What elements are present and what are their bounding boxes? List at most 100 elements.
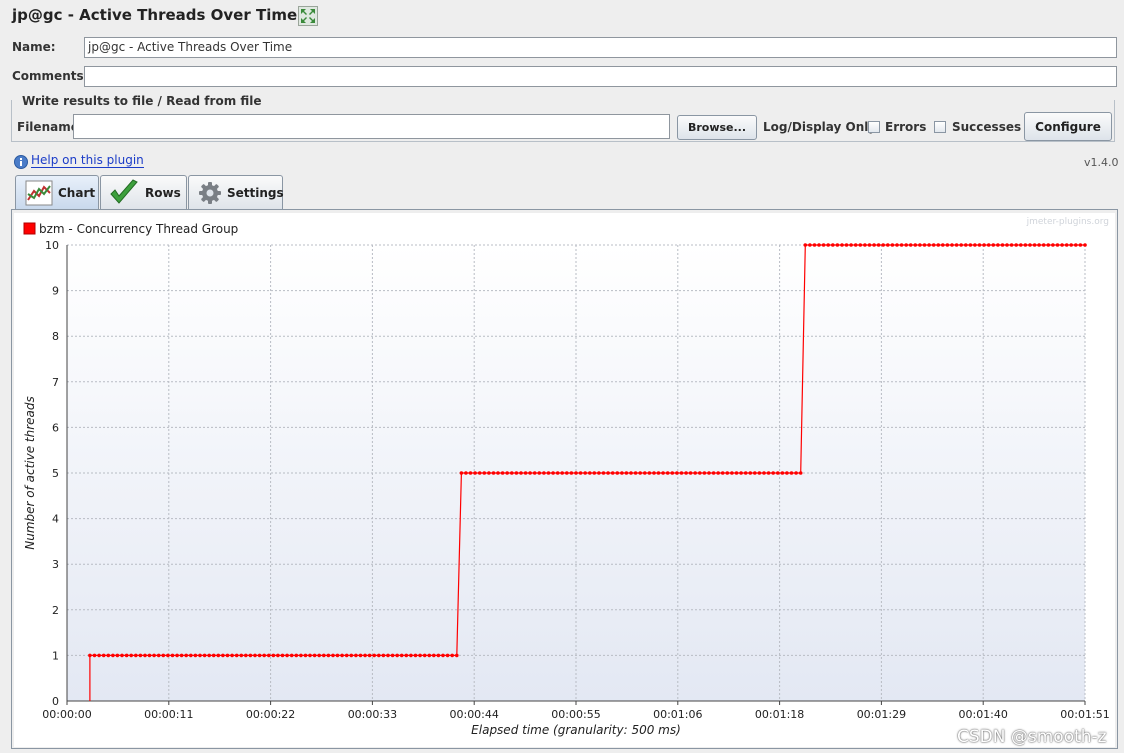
data-point: [422, 653, 427, 658]
data-point: [927, 243, 931, 247]
name-field[interactable]: jp@gc - Active Threads Over Time: [84, 37, 1117, 58]
data-point: [514, 471, 519, 475]
y-axis-title: Number of active threads: [23, 396, 37, 550]
version-label: v1.4.0: [1084, 156, 1119, 169]
configure-button[interactable]: Configure: [1024, 112, 1112, 141]
data-point: [285, 653, 289, 658]
data-point: [853, 243, 858, 247]
successes-checkbox[interactable]: [934, 121, 946, 133]
y-tick-label: 1: [52, 649, 59, 662]
data-point: [381, 653, 386, 658]
data-point: [436, 653, 441, 658]
chart-area: 0 1 2 3 4 5 6 7 8 9 10 00:00:00 00:00:11 00:00:22 00:0…: [14, 213, 1115, 747]
data-point: [656, 471, 661, 475]
data-point: [1083, 243, 1087, 247]
data-point: [1023, 243, 1028, 247]
data-point: [876, 243, 881, 247]
expand-arrows-icon[interactable]: [298, 6, 318, 26]
data-point: [551, 471, 555, 475]
data-point: [496, 471, 500, 475]
data-point: [785, 471, 789, 475]
data-point: [679, 471, 684, 475]
log-display-label: Log/Display Only:: [763, 120, 881, 134]
data-point: [1014, 243, 1018, 247]
help-link[interactable]: Help on this plugin: [31, 153, 144, 168]
data-point: [179, 653, 184, 658]
data-point: [239, 653, 244, 658]
data-point: [565, 471, 569, 475]
x-axis-title: Elapsed time (granularity: 500 ms): [471, 723, 681, 737]
tab-settings[interactable]: Settings: [188, 175, 284, 209]
data-point: [510, 471, 514, 475]
data-point: [986, 243, 991, 247]
errors-checkbox[interactable]: [868, 121, 880, 133]
chart-watermark: jmeter-plugins.org: [1026, 217, 1109, 227]
data-point: [413, 653, 418, 658]
data-point: [225, 653, 230, 658]
data-point: [904, 243, 908, 247]
data-point: [528, 471, 532, 475]
data-point: [794, 471, 798, 475]
data-point: [1055, 243, 1060, 247]
data-point: [202, 653, 207, 658]
data-point: [661, 471, 665, 475]
legend-label: bzm - Concurrency Thread Group: [39, 222, 238, 236]
tab-chart[interactable]: Chart: [15, 175, 99, 210]
y-tick-label: 10: [45, 239, 59, 252]
data-point: [432, 653, 436, 658]
data-point: [643, 471, 647, 475]
data-point: [303, 653, 308, 658]
data-point: [633, 471, 638, 475]
data-point: [693, 471, 697, 475]
data-point: [317, 653, 322, 658]
data-point: [1032, 243, 1037, 247]
page-title: jp@gc - Active Threads Over Time: [12, 6, 298, 24]
data-point: [1019, 243, 1023, 247]
data-point: [895, 243, 899, 247]
x-tick-label: 00:00:11: [144, 708, 193, 721]
data-point: [569, 471, 574, 475]
data-point: [340, 653, 344, 658]
data-point: [840, 243, 844, 247]
data-point: [789, 471, 794, 475]
data-point: [115, 653, 120, 658]
data-point: [908, 243, 913, 247]
data-point: [624, 471, 629, 475]
data-point: [665, 471, 670, 475]
data-point: [299, 653, 303, 658]
y-tick-label: 4: [52, 513, 59, 526]
tab-rows[interactable]: Rows: [100, 175, 187, 209]
file-group-title: Write results to file / Read from file: [20, 94, 264, 108]
data-point: [450, 653, 455, 658]
data-point: [390, 653, 395, 658]
data-point: [120, 653, 124, 658]
data-point: [977, 243, 982, 247]
browse-button[interactable]: Browse...: [677, 115, 757, 140]
x-tick-label: 00:01:29: [857, 708, 906, 721]
data-point: [610, 471, 615, 475]
x-tick-label: 00:01:40: [958, 708, 1007, 721]
data-point: [354, 653, 358, 658]
data-point: [101, 653, 106, 658]
data-point: [523, 471, 528, 475]
data-point: [757, 471, 762, 475]
data-point: [588, 471, 592, 475]
data-point: [106, 653, 111, 658]
x-tick-label: 00:01:51: [1060, 708, 1109, 721]
name-label: Name:: [12, 40, 56, 54]
y-tick-label: 0: [52, 695, 59, 708]
data-point: [399, 653, 404, 658]
comments-field[interactable]: [84, 66, 1117, 87]
data-point: [720, 471, 725, 475]
data-point: [349, 653, 354, 658]
data-point: [253, 653, 257, 658]
data-point: [725, 471, 730, 475]
data-point: [468, 471, 473, 475]
data-point: [326, 653, 331, 658]
y-tick-label: 7: [52, 376, 59, 389]
filename-input[interactable]: [73, 114, 670, 139]
data-point: [257, 653, 262, 658]
data-point: [844, 243, 849, 247]
data-point: [441, 653, 445, 658]
y-tick-label: 9: [52, 285, 59, 298]
